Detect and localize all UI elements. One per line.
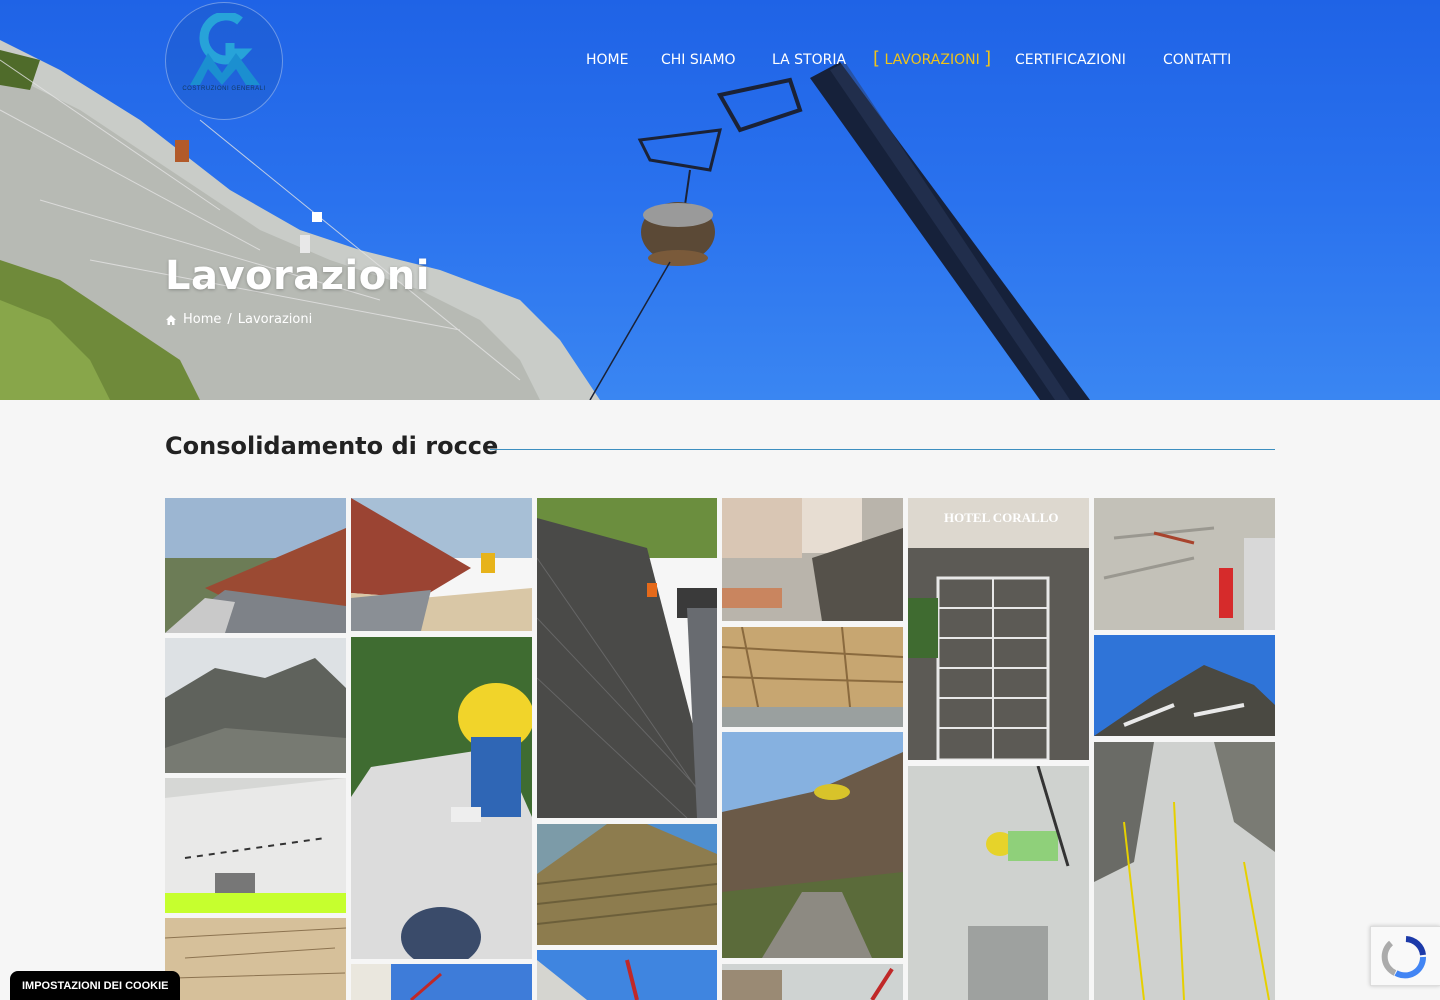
nav-la-storia[interactable]: LA STORIA [772,50,873,70]
breadcrumb-separator: / [227,312,232,327]
breadcrumb: Home / Lavorazioni [165,312,312,327]
gallery-photo[interactable] [537,824,717,945]
gallery-photo[interactable] [537,498,717,818]
gallery-photo[interactable] [908,766,1089,1000]
section-divider [490,449,1275,450]
gallery-photo[interactable] [351,498,532,631]
gallery-photo[interactable] [722,627,903,727]
gallery-photo[interactable] [537,950,717,1000]
company-logo[interactable]: COSTRUZIONI GENERALI [165,2,283,120]
hotel-sign-text: HOTEL CORALLO [944,510,1059,525]
active-bracket-open: [ [873,48,881,69]
recaptcha-badge[interactable] [1370,926,1440,986]
gallery-photo[interactable] [1094,498,1275,630]
gallery-photo[interactable] [165,498,346,633]
gallery-photo[interactable] [1094,742,1275,1000]
photo-gallery: HOTEL CORALLO [165,498,1275,1000]
page-title: Lavorazioni [165,253,430,299]
breadcrumb-current: Lavorazioni [237,312,313,327]
breadcrumb-home-link[interactable]: Home [183,312,221,327]
gm-logo-mark-icon [190,13,260,85]
gallery-photo[interactable]: HOTEL CORALLO [908,498,1089,760]
nav-lavorazioni-label: LAVORAZIONI [884,52,980,68]
cookie-settings-button[interactable]: IMPOSTAZIONI DEI COOKIE [10,971,180,1000]
active-bracket-close: ] [984,48,992,69]
gallery-photo[interactable] [722,498,903,621]
main-nav: HOME CHI SIAMO LA STORIA [ LAVORAZIONI ]… [586,50,1243,70]
nav-home[interactable]: HOME [586,50,661,70]
nav-contatti[interactable]: CONTATTI [1163,50,1243,70]
hero-banner: COSTRUZIONI GENERALI HOME CHI SIAMO LA S… [0,0,1440,400]
gallery-photo[interactable] [351,964,532,1000]
gallery-photo[interactable] [165,778,346,913]
gallery-photo[interactable] [165,918,346,1000]
nav-chi-siamo[interactable]: CHI SIAMO [661,50,772,70]
gallery-photo[interactable] [1094,635,1275,736]
home-icon [166,314,176,325]
logo-subtitle: COSTRUZIONI GENERALI [182,86,266,92]
nav-lavorazioni[interactable]: [ LAVORAZIONI ] [873,50,1015,70]
gallery-photo[interactable] [722,732,903,958]
section-title: Consolidamento di rocce [165,432,499,460]
gallery-photo[interactable] [351,637,532,959]
gallery-photo[interactable] [165,638,346,773]
gallery-photo[interactable] [722,964,903,1000]
nav-certificazioni[interactable]: CERTIFICAZIONI [1015,50,1163,70]
recaptcha-icon [1381,936,1427,979]
section-header: Consolidamento di rocce [165,432,1275,466]
